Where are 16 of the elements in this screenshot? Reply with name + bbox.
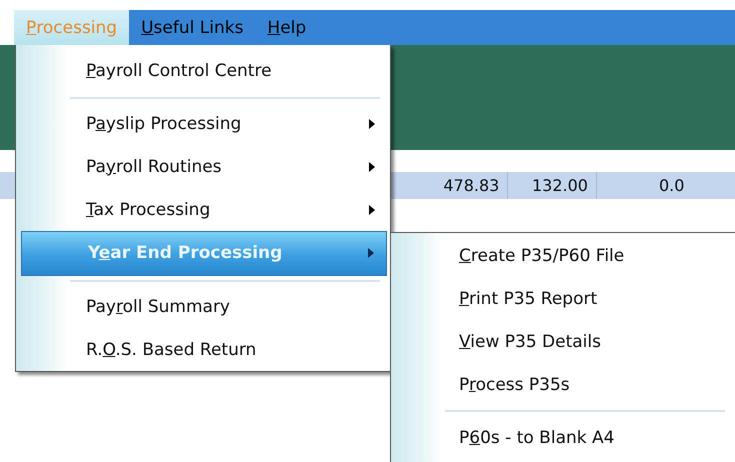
menu-item[interactable]: Payroll Routines: [20, 145, 387, 188]
menu-item[interactable]: Print P35 Report: [391, 277, 735, 320]
menu-item[interactable]: Payslip Processing: [20, 102, 387, 146]
menu-item[interactable]: Process P35s: [391, 363, 735, 406]
table-cell-text: 0.0: [658, 175, 686, 197]
table-cell: 478.83: [426, 172, 508, 199]
menu-item[interactable]: Payroll Summary: [20, 286, 387, 328]
menu-bar-item[interactable]: Useful Links: [129, 10, 256, 45]
menu-bar-item[interactable]: Help: [255, 10, 318, 45]
menu-item[interactable]: View P35 Details: [391, 320, 735, 363]
menu-item[interactable]: Create P35/P60 File: [391, 234, 735, 277]
menu-item[interactable]: R.O.S. Based Return: [20, 328, 387, 372]
menu-item[interactable]: Payroll Control Centre: [20, 50, 387, 93]
table-cell: 132.00: [508, 172, 597, 199]
menu-item[interactable]: P60s - to Blank A4: [391, 416, 735, 459]
menu-item[interactable]: Tax Processing: [20, 188, 387, 231]
